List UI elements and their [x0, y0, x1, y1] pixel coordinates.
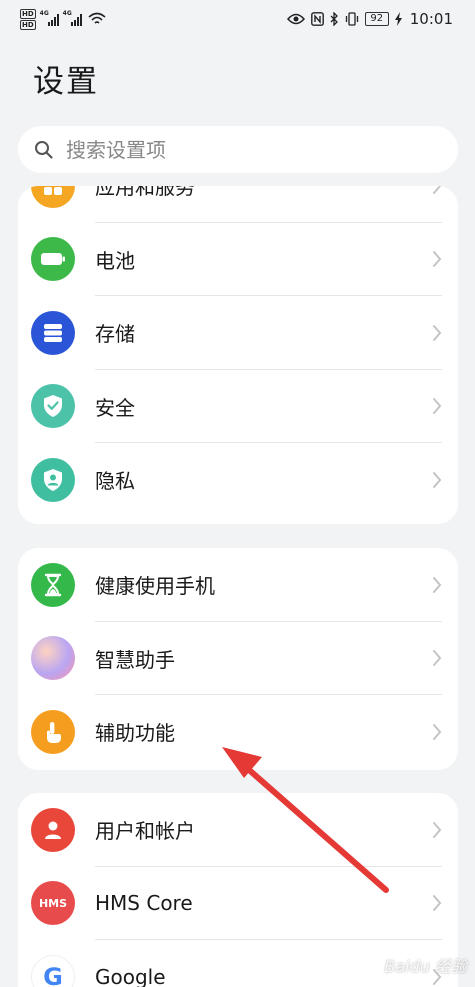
status-left: HD HD 4G 4G: [20, 8, 106, 30]
settings-item-label: 隐私: [95, 469, 135, 494]
settings-item-label: 电池: [95, 248, 135, 273]
network-type-2: 4G: [62, 9, 72, 17]
search-bar[interactable]: [18, 126, 458, 173]
hms-icon: HMS: [31, 881, 75, 926]
google-icon-text: G: [43, 962, 63, 987]
status-bar: HD HD 4G 4G 92 10:01: [0, 0, 475, 38]
signal-2-icon: 4G: [62, 9, 82, 26]
chevron-right-icon: [433, 398, 442, 415]
hd-badge-1: HD: [20, 8, 36, 19]
settings-item-digital-balance[interactable]: 健康使用手机: [18, 548, 458, 622]
clock: 10:01: [409, 10, 453, 28]
hd-badge-2: HD: [20, 19, 36, 30]
settings-group-1: 应用和服务 电池 存储 安全 隐私: [18, 186, 458, 524]
settings-item-label: 健康使用手机: [95, 574, 215, 599]
settings-item-label: 辅助功能: [95, 721, 175, 746]
chevron-right-icon: [433, 576, 442, 593]
settings-item-smart-assistant[interactable]: 智慧助手: [18, 622, 458, 695]
search-icon: [35, 140, 53, 159]
chevron-right-icon: [433, 650, 442, 667]
settings-screen: HD HD 4G 4G 92 10:01 设置 搜索设置项 应用和服务 电池 存…: [0, 0, 475, 987]
chevron-right-icon: [433, 186, 442, 194]
storage-icon: [31, 310, 75, 355]
eye-icon: [286, 13, 305, 25]
settings-item-label: HMS Core: [95, 891, 193, 916]
hms-icon-text: HMS: [38, 896, 68, 910]
hourglass-icon: [31, 562, 75, 607]
settings-item-label: 应用和服务: [95, 186, 195, 200]
assistant-orb-icon: [31, 636, 75, 681]
signal-1-icon: 4G: [39, 9, 59, 26]
shield-check-icon: [31, 384, 75, 429]
settings-item-accessibility[interactable]: 辅助功能: [18, 695, 458, 769]
hd-indicators: HD HD: [20, 8, 36, 30]
settings-item-apps-services[interactable]: 应用和服务: [18, 186, 458, 223]
charging-icon: [394, 12, 402, 26]
apps-icon: [31, 186, 75, 208]
settings-item-label: Google: [95, 964, 166, 987]
chevron-right-icon: [433, 821, 442, 838]
privacy-shield-icon: [31, 457, 75, 502]
google-icon: G: [31, 954, 75, 987]
chevron-right-icon: [433, 723, 442, 740]
settings-item-storage[interactable]: 存储: [18, 296, 458, 370]
settings-item-users-accounts[interactable]: 用户和帐户: [18, 793, 458, 867]
battery-icon: [31, 237, 75, 282]
watermark: Baidu 经验: [384, 957, 467, 976]
wifi-icon: [88, 12, 106, 24]
page-title: 设置: [33, 64, 99, 100]
settings-item-label: 安全: [95, 395, 135, 420]
settings-item-hms-core[interactable]: HMS HMS Core: [18, 867, 458, 940]
settings-item-label: 存储: [95, 322, 135, 347]
chevron-right-icon: [433, 471, 442, 488]
settings-item-label: 智慧助手: [95, 647, 175, 672]
settings-item-security[interactable]: 安全: [18, 370, 458, 443]
chevron-right-icon: [433, 251, 442, 268]
chevron-right-icon: [433, 895, 442, 912]
bluetooth-icon: [330, 12, 338, 26]
search-input[interactable]: [64, 136, 428, 163]
nfc-icon: [310, 12, 324, 26]
hand-pointer-icon: [31, 709, 75, 754]
settings-group-2: 健康使用手机 智慧助手 辅助功能: [18, 548, 458, 770]
status-right: 92 10:01: [286, 10, 453, 28]
settings-item-label: 用户和帐户: [95, 819, 195, 844]
settings-item-battery[interactable]: 电池: [18, 223, 458, 296]
user-icon: [31, 807, 75, 852]
settings-item-privacy[interactable]: 隐私: [18, 443, 458, 517]
vibrate-icon: [345, 12, 358, 26]
battery-level: 92: [364, 12, 389, 26]
chevron-right-icon: [433, 324, 442, 341]
network-type-1: 4G: [39, 9, 49, 17]
